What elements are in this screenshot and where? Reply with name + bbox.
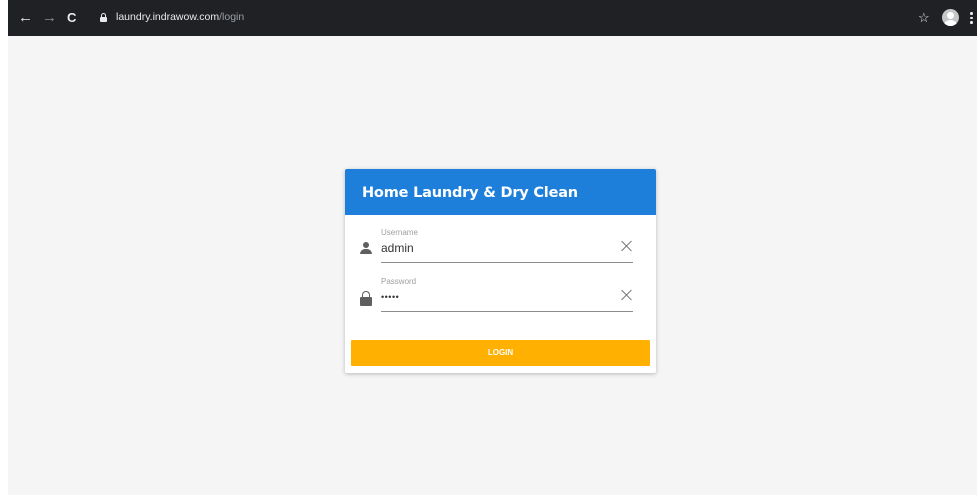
clear-password-icon[interactable] bbox=[621, 289, 633, 301]
profile-avatar-icon[interactable] bbox=[942, 9, 959, 26]
username-label: Username bbox=[381, 228, 418, 237]
login-card: Home Laundry & Dry Clean Username admin … bbox=[345, 169, 656, 373]
browser-menu-icon[interactable] bbox=[970, 12, 973, 26]
address-bar[interactable]: laundry.indrawow.com/login bbox=[100, 11, 244, 23]
reload-icon[interactable]: C bbox=[67, 9, 76, 27]
lock-icon bbox=[360, 291, 372, 306]
password-underline bbox=[381, 311, 633, 312]
login-button[interactable]: LOGIN bbox=[351, 340, 650, 366]
url-host: laundry.indrawow.com bbox=[116, 11, 220, 23]
login-title: Home Laundry & Dry Clean bbox=[345, 169, 656, 215]
password-input[interactable]: ••••• bbox=[381, 292, 399, 302]
browser-toolbar: ← → C laundry.indrawow.com/login ☆ bbox=[8, 0, 977, 36]
password-label: Password bbox=[381, 277, 417, 286]
back-arrow-icon[interactable]: ← bbox=[18, 9, 33, 27]
clear-username-icon[interactable] bbox=[621, 240, 633, 252]
username-field[interactable]: Username admin bbox=[357, 228, 645, 272]
person-icon bbox=[360, 242, 372, 256]
browser-window: ← → C laundry.indrawow.com/login ☆ Home … bbox=[8, 0, 977, 495]
username-input[interactable]: admin bbox=[381, 241, 414, 255]
password-field[interactable]: Password ••••• bbox=[357, 277, 645, 321]
url-path: /login bbox=[219, 11, 245, 23]
bookmark-star-icon[interactable]: ☆ bbox=[918, 10, 930, 26]
lock-icon bbox=[100, 12, 107, 22]
forward-arrow-icon[interactable]: → bbox=[42, 9, 57, 27]
username-underline bbox=[381, 262, 633, 263]
